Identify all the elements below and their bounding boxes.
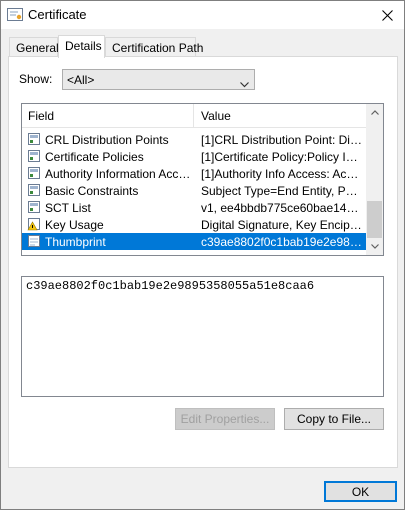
tab-strip: General Details Certification Path: [9, 35, 399, 58]
cert-field-icon: [27, 132, 41, 146]
field-name: SCT List: [45, 201, 91, 215]
field-value: [1]Certificate Policy:Policy Ide...: [201, 150, 362, 164]
fields-listview[interactable]: Field Value CRL Distribution Points [1]CR…: [21, 103, 384, 256]
scroll-up-button[interactable]: [366, 104, 383, 121]
tab-certification-path[interactable]: Certification Path: [105, 37, 203, 57]
list-item[interactable]: Authority Information Access [1]Authority…: [22, 165, 367, 182]
field-value: [1]Authority Info Access: Acc...: [201, 167, 362, 181]
field-name: Key Usage: [45, 218, 104, 232]
field-name: Basic Constraints: [45, 184, 139, 198]
list-item[interactable]: CRL Distribution Points [1]CRL Distributi…: [22, 131, 367, 148]
chevron-down-icon: [240, 77, 249, 91]
details-panel: Show: <All> Field Value CRL Distribution…: [8, 56, 398, 468]
edit-properties-button[interactable]: Edit Properties...: [175, 408, 275, 430]
tab-general[interactable]: General: [9, 37, 59, 57]
column-header-value[interactable]: Value: [195, 104, 367, 128]
field-name: Certificate Policies: [45, 150, 144, 164]
field-value-textbox[interactable]: c39ae8802f0c1bab19e2e9895358055a51e8caa6: [21, 276, 384, 397]
property-field-icon: [27, 234, 41, 248]
field-name: Authority Information Access: [45, 167, 193, 181]
cert-field-icon: [27, 200, 41, 214]
window-title: Certificate: [28, 7, 87, 22]
title-bar: Certificate: [1, 1, 404, 29]
field-value: v1, ee4bbdb775ce60bae1426...: [201, 201, 362, 215]
close-button[interactable]: [370, 1, 404, 29]
field-value: Digital Signature, Key Encipher...: [201, 218, 362, 232]
field-name: Thumbprint: [45, 235, 106, 249]
list-header: Field Value: [22, 104, 367, 128]
field-value: c39ae8802f0c1bab19e2e9895...: [201, 235, 362, 249]
list-item[interactable]: Key Usage Digital Signature, Key Encipher…: [22, 216, 367, 233]
copy-to-file-button[interactable]: Copy to File...: [284, 408, 384, 430]
ok-button[interactable]: OK: [324, 481, 397, 502]
warning-field-icon: [27, 217, 41, 231]
show-dropdown[interactable]: <All>: [62, 69, 255, 90]
list-item[interactable]: Basic Constraints Subject Type=End Entity…: [22, 182, 367, 199]
field-value: Subject Type=End Entity, Pat...: [201, 184, 362, 198]
list-item[interactable]: Thumbprint c39ae8802f0c1bab19e2e9895...: [22, 233, 367, 250]
column-header-field[interactable]: Field: [22, 104, 194, 128]
cert-field-icon: [27, 183, 41, 197]
scroll-thumb[interactable]: [367, 201, 382, 238]
tab-details[interactable]: Details: [58, 35, 105, 58]
close-icon: [381, 9, 393, 21]
chevron-down-icon: [370, 244, 379, 249]
field-value-text: c39ae8802f0c1bab19e2e9895358055a51e8caa6: [26, 279, 315, 293]
field-name: CRL Distribution Points: [45, 133, 169, 147]
show-dropdown-value: <All>: [67, 73, 95, 87]
certificate-icon: [7, 8, 23, 22]
list-item[interactable]: SCT List v1, ee4bbdb775ce60bae1426...: [22, 199, 367, 216]
scroll-down-button[interactable]: [366, 238, 383, 255]
chevron-up-icon: [370, 110, 379, 115]
list-rows: CRL Distribution Points [1]CRL Distributi…: [22, 131, 367, 250]
cert-field-icon: [27, 166, 41, 180]
list-item[interactable]: Certificate Policies [1]Certificate Polic…: [22, 148, 367, 165]
vertical-scrollbar[interactable]: [366, 104, 383, 255]
certificate-dialog: Certificate General Details Certificatio…: [0, 0, 405, 510]
cert-field-icon: [27, 149, 41, 163]
show-label: Show:: [19, 72, 53, 86]
field-value: [1]CRL Distribution Point: Distr...: [201, 133, 362, 147]
